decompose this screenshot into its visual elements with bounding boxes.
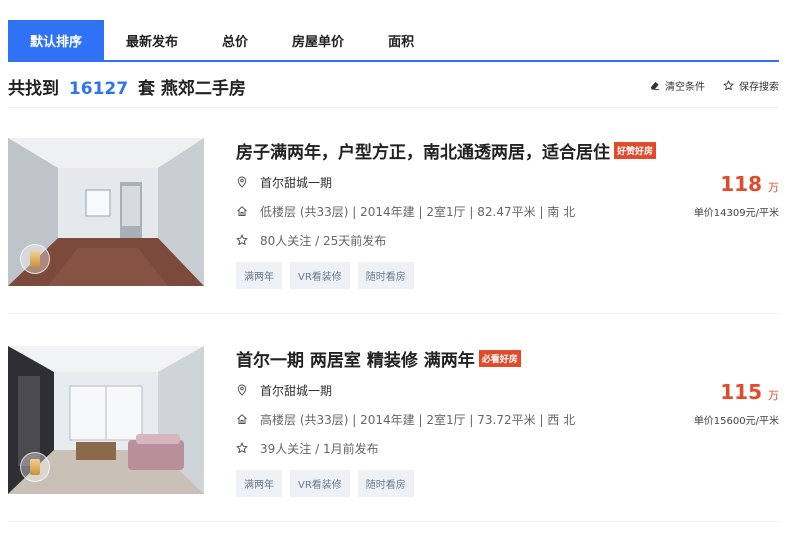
vr-icon[interactable]	[20, 244, 50, 274]
listing-community[interactable]: 首尔甜城一期	[260, 382, 332, 399]
result-prefix: 共找到	[8, 79, 59, 99]
listing-tag: VR看装修	[290, 470, 350, 497]
result-title: 共找到 16127 套 燕郊二手房	[8, 74, 246, 99]
result-suffix: 套 燕郊二手房	[138, 79, 246, 99]
listing-follow-row: 80人关注 / 25天前发布	[236, 230, 676, 250]
listing-details: 高楼层 (共33层) | 2014年建 | 2室1厅 | 73.72平米 | 西…	[260, 412, 576, 427]
listing-follow: 39人关注 / 1月前发布	[260, 441, 379, 456]
listing-photo[interactable]	[8, 138, 204, 286]
tab-default-sort[interactable]: 默认排序	[8, 20, 105, 60]
tab-area[interactable]: 面积	[366, 20, 436, 60]
save-search-button[interactable]: 保存搜索	[723, 78, 779, 93]
listing-details-row: 低楼层 (共33层) | 2014年建 | 2室1厅 | 82.47平米 | 南…	[236, 201, 676, 221]
eraser-icon	[650, 81, 660, 91]
tab-unit-price[interactable]: 房屋单价	[270, 20, 366, 60]
listing-title[interactable]: 房子满两年，户型方正，南北通透两居，适合居住	[236, 138, 610, 163]
star-outline-icon	[236, 442, 248, 454]
listing-tag: 随时看房	[357, 262, 414, 289]
location-pin-icon	[237, 176, 247, 188]
clear-filters-label: 清空条件	[665, 82, 705, 93]
clear-filters-button[interactable]: 清空条件	[649, 78, 705, 93]
listing-price: 115 万 单价15600元/平米	[669, 380, 779, 427]
listing-tag: 满两年	[236, 470, 282, 497]
unit-price: 单价14309元/平米	[693, 208, 779, 219]
total-price: 115 万	[669, 380, 779, 404]
listing-community-row: 首尔甜城一期	[236, 380, 676, 400]
listing-follow-row: 39人关注 / 1月前发布	[236, 438, 676, 458]
house-icon	[237, 414, 247, 424]
listing-tag: 满两年	[236, 262, 282, 289]
listing-tags: 满两年 VR看装修 随时看房	[236, 262, 676, 289]
total-price: 118 万	[669, 172, 779, 196]
listing-community[interactable]: 首尔甜城一期	[260, 174, 332, 191]
listing-follow: 80人关注 / 25天前发布	[260, 233, 387, 248]
listing-price: 118 万 单价14309元/平米	[669, 172, 779, 219]
save-search-label: 保存搜索	[739, 82, 779, 93]
listing-card: 房子满两年，户型方正，南北通透两居，适合居住 好赞好房 首尔甜城一期 低楼层 (…	[8, 118, 779, 314]
listing-tag: 随时看房	[357, 470, 414, 497]
star-outline-icon	[236, 234, 248, 246]
listing-tag: VR看装修	[290, 262, 350, 289]
tab-newest[interactable]: 最新发布	[104, 20, 200, 60]
listing-badge: 好赞好房	[614, 141, 657, 159]
sort-tabs: 默认排序 最新发布 总价 房屋单价 面积	[8, 20, 779, 62]
location-pin-icon	[237, 384, 247, 396]
listing-title[interactable]: 首尔一期 两居室 精装修 满两年	[236, 346, 475, 371]
listing-badge: 必看好房	[478, 349, 521, 367]
total-price-unit: 万	[768, 181, 779, 194]
vr-icon[interactable]	[20, 452, 50, 482]
tab-total-price[interactable]: 总价	[200, 20, 270, 60]
total-price-unit: 万	[768, 389, 779, 402]
listing-info: 房子满两年，户型方正，南北通透两居，适合居住 好赞好房 首尔甜城一期 低楼层 (…	[236, 138, 676, 289]
listing-community-row: 首尔甜城一期	[236, 172, 676, 192]
unit-price: 单价15600元/平米	[693, 416, 779, 427]
house-icon	[237, 206, 247, 216]
result-header: 共找到 16127 套 燕郊二手房 清空条件 保存搜索	[8, 72, 779, 108]
result-count: 16127	[68, 79, 129, 99]
listing-info: 首尔一期 两居室 精装修 满两年 必看好房 首尔甜城一期 高楼层 (共33层) …	[236, 346, 676, 497]
listing-details: 低楼层 (共33层) | 2014年建 | 2室1厅 | 82.47平米 | 南…	[260, 204, 576, 219]
total-price-value: 118	[720, 172, 762, 196]
total-price-value: 115	[720, 380, 762, 404]
listing-details-row: 高楼层 (共33层) | 2014年建 | 2室1厅 | 73.72平米 | 西…	[236, 409, 676, 429]
listing-card: 首尔一期 两居室 精装修 满两年 必看好房 首尔甜城一期 高楼层 (共33层) …	[8, 326, 779, 522]
listing-photo[interactable]	[8, 346, 204, 494]
star-outline-icon	[723, 80, 734, 91]
header-actions: 清空条件 保存搜索	[649, 78, 779, 93]
listing-tags: 满两年 VR看装修 随时看房	[236, 470, 676, 497]
